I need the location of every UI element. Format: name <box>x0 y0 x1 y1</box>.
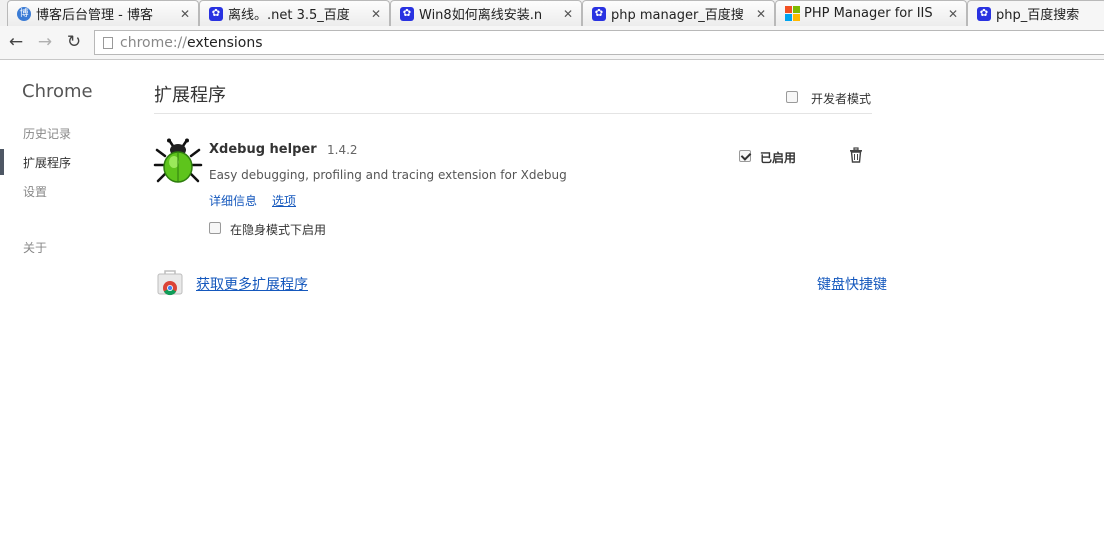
tab-title: Win8如何离线安装.n <box>419 8 543 23</box>
web-store-icon <box>157 270 183 296</box>
incognito-label: 在隐身模式下启用 <box>230 223 327 237</box>
baidu-paw-icon: ✿ <box>591 6 607 22</box>
chrome-brand: Chrome <box>22 81 93 102</box>
address-url: chrome://extensions <box>120 34 263 51</box>
enabled-checkbox[interactable] <box>739 150 751 162</box>
tab-title: 博客后台管理 - 博客 <box>36 8 153 23</box>
tab-strip: 博 博客后台管理 - 博客 ✕ ✿ 离线。.net 3.5_百度 ✕ ✿ Win… <box>0 0 1104 26</box>
close-icon[interactable]: ✕ <box>371 7 381 21</box>
details-link[interactable]: 详细信息 <box>209 192 257 209</box>
sidebar-item-settings[interactable]: 设置 <box>23 183 47 200</box>
developer-mode-checkbox[interactable] <box>786 91 798 103</box>
baidu-paw-icon: ✿ <box>208 6 224 22</box>
trash-icon[interactable] <box>848 147 864 163</box>
close-icon[interactable]: ✕ <box>756 7 766 21</box>
close-icon[interactable]: ✕ <box>180 7 190 21</box>
extension-version: 1.4.2 <box>327 143 358 157</box>
baidu-paw-icon: ✿ <box>399 6 415 22</box>
close-icon[interactable]: ✕ <box>948 7 958 21</box>
page-title: 扩展程序 <box>154 85 226 106</box>
sidebar-item-about[interactable]: 关于 <box>23 239 47 256</box>
get-more-extensions-link[interactable]: 获取更多扩展程序 <box>196 274 308 294</box>
address-bar[interactable]: chrome://extensions <box>94 30 1104 55</box>
forward-arrow-icon[interactable]: → <box>35 32 55 52</box>
reload-icon[interactable]: ↻ <box>64 32 84 52</box>
tab-baidu-php-manager[interactable]: ✿ php manager_百度搜 ✕ <box>582 0 775 26</box>
options-link[interactable]: 选项 <box>272 192 296 209</box>
tab-title: PHP Manager for IIS <box>804 6 933 21</box>
browser-toolbar: ← → ↻ chrome://extensions <box>0 26 1104 60</box>
incognito-checkbox[interactable] <box>209 222 221 234</box>
extension-name: Xdebug helper <box>209 142 317 157</box>
back-arrow-icon[interactable]: ← <box>6 32 26 52</box>
page-icon <box>103 36 113 49</box>
extension-description: Easy debugging, profiling and tracing ex… <box>209 168 567 182</box>
tab-php-manager-iis[interactable]: PHP Manager for IIS ✕ <box>775 0 967 26</box>
cnblogs-icon: 博 <box>16 6 32 22</box>
sidebar-item-history[interactable]: 历史记录 <box>23 125 71 142</box>
enabled-label: 已启用 <box>760 151 797 165</box>
baidu-paw-icon: ✿ <box>976 6 992 22</box>
developer-mode-label: 开发者模式 <box>811 92 872 106</box>
tab-baidu-net35[interactable]: ✿ 离线。.net 3.5_百度 ✕ <box>199 0 390 26</box>
tab-title: php_百度搜索 <box>996 8 1080 23</box>
header-divider <box>154 113 872 114</box>
tab-title: php manager_百度搜 <box>611 8 744 23</box>
tab-cnblogs[interactable]: 博 博客后台管理 - 博客 ✕ <box>7 0 199 26</box>
sidebar-item-extensions[interactable]: 扩展程序 <box>23 154 71 171</box>
bug-icon <box>153 138 203 183</box>
tab-baidu-win8[interactable]: ✿ Win8如何离线安装.n ✕ <box>390 0 582 26</box>
keyboard-shortcuts-link[interactable]: 键盘快捷键 <box>817 274 887 294</box>
tab-title: 离线。.net 3.5_百度 <box>228 8 350 23</box>
tab-baidu-php[interactable]: ✿ php_百度搜索 <box>967 0 1104 26</box>
close-icon[interactable]: ✕ <box>563 7 573 21</box>
selected-nav-marker <box>0 149 4 175</box>
microsoft-icon <box>784 6 800 22</box>
